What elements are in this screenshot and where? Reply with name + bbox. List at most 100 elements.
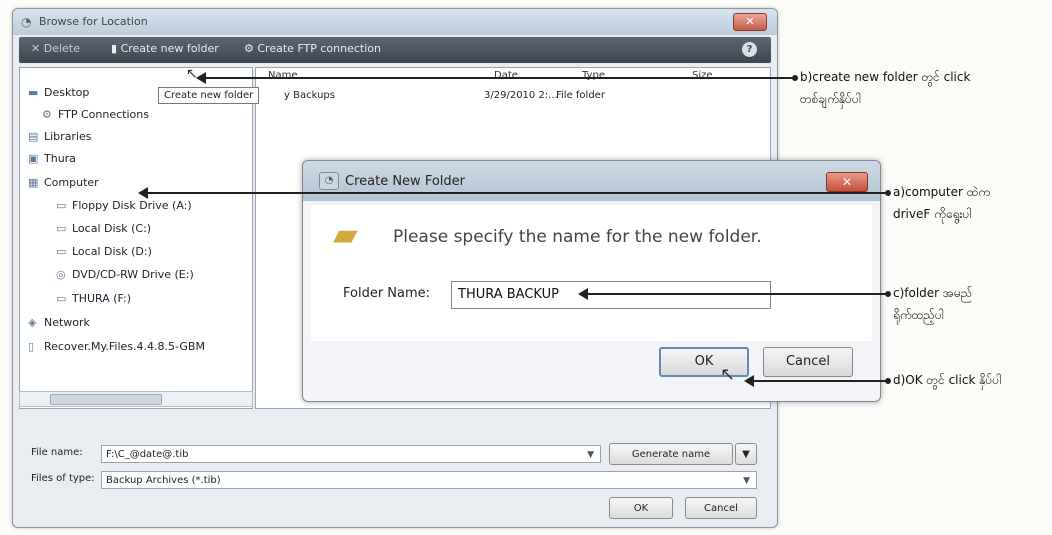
tree-item-thura[interactable]: ▣ Thura [28, 152, 76, 165]
generate-name-button[interactable]: Generate name [609, 443, 733, 465]
folder-icon: ▯ [28, 340, 35, 353]
ftp-icon: ⚙ [42, 108, 52, 121]
tree-item-computer[interactable]: ▦ Computer [28, 176, 99, 189]
cancel-button[interactable]: Cancel [685, 497, 757, 519]
disk-icon: ▭ [56, 245, 67, 258]
generate-name-dropdown[interactable]: ▼ [735, 443, 757, 465]
window-close-button[interactable]: ✕ [733, 13, 767, 31]
create-new-folder-dialog: ◔ Create New Folder ✕ ▰ Please specify t… [302, 160, 881, 402]
arrow-head [138, 187, 148, 199]
list-item-type: File folder [556, 90, 605, 101]
arrow-line [206, 77, 796, 79]
window-titlebar: ◔ Browse for Location ✕ [13, 9, 777, 35]
tree-item-label: THURA (F:) [72, 292, 132, 305]
desktop-icon: ▬ [28, 86, 39, 99]
window-title: Browse for Location [39, 15, 148, 28]
chevron-down-icon[interactable]: ▼ [587, 446, 594, 464]
folder-name-value: THURA BACKUP [458, 287, 559, 302]
tree-item-network[interactable]: ◈ Network [28, 316, 90, 329]
tree-item-floppy[interactable]: ▭ Floppy Disk Drive (A:) [56, 199, 192, 212]
tree-item-label: Desktop [44, 86, 90, 99]
arrow-dot [792, 75, 798, 81]
chevron-down-icon[interactable]: ▼ [743, 472, 750, 490]
tree-item-label: Recover.My.Files.4.4.8.5-GBM [44, 340, 205, 353]
generate-name-label: Generate name [631, 449, 711, 460]
annotation-a-line1: a)computer ထဲက [893, 185, 991, 199]
file-name-value: F:\C_@date@.tib [106, 449, 189, 460]
tree-item-label: FTP Connections [58, 108, 149, 121]
annotation-a-line2: driveF ကိုရွေးပါ [893, 207, 972, 221]
create-ftp-connection-button[interactable]: ⚙ Create FTP connection [244, 42, 381, 55]
disk-icon: ▭ [56, 222, 67, 235]
chevron-down-icon: ▼ [742, 449, 750, 460]
tree-item-label: Network [44, 316, 90, 329]
ftp-label: Create FTP connection [257, 42, 381, 55]
floppy-icon: ▭ [56, 199, 67, 212]
dialog-message: Please specify the name for the new fold… [393, 227, 762, 247]
file-name-input[interactable]: F:\C_@date@.tib ▼ [101, 445, 601, 463]
annotation-b-line1: b)create new folder တွင် click [800, 70, 971, 84]
dialog-body: ▰ Please specify the name for the new fo… [311, 205, 872, 341]
column-header-date[interactable]: Date [494, 70, 518, 81]
dialog-titlebar: ◔ Create New Folder ✕ [303, 161, 880, 201]
libraries-icon: ▤ [28, 130, 39, 143]
tree-item-desktop[interactable]: ▬ Desktop [28, 86, 89, 99]
dialog-ok-button[interactable]: OK [659, 347, 749, 377]
list-item-name[interactable]: y Backups [284, 90, 335, 101]
folder-tree[interactable]: ▬ Desktop ⚙ FTP Connections ▤ Libraries ▣ Th… [19, 67, 253, 409]
toolbar: ✕ Delete ▮ Create new folder ⚙ Create FT… [19, 37, 771, 63]
files-of-type-label: Files of type: [31, 473, 95, 484]
annotation-b-line2: တစ်ချက်နှိပ်ပါ [800, 92, 861, 106]
arrow-line [754, 380, 888, 382]
create-folder-tooltip: Create new folder [158, 87, 260, 104]
dialog-title: Create New Folder [345, 174, 465, 189]
dvd-icon: ◎ [56, 268, 66, 281]
files-of-type-select[interactable]: Backup Archives (*.tib) ▼ [101, 471, 757, 489]
tree-item-ftp-connections[interactable]: ⚙ FTP Connections [42, 108, 149, 121]
create-new-folder-button[interactable]: ▮ Create new folder [107, 42, 223, 55]
delete-label: Delete [43, 42, 80, 55]
file-name-label: File name: [31, 447, 83, 458]
annotation-d-line1: d)OK တွင် click နှိပ်ပါ [893, 373, 1002, 387]
dialog-cancel-button[interactable]: Cancel [763, 347, 853, 377]
arrow-dot [885, 190, 891, 196]
arrow-dot [885, 378, 891, 384]
tree-item-label: Libraries [44, 130, 92, 143]
annotation-c: c)folder အမည် ရိုက်ထည့်ပါ [893, 282, 972, 326]
column-header-type[interactable]: Type [582, 70, 605, 81]
arrow-head [196, 72, 206, 84]
tree-item-thura-f[interactable]: ▭ THURA (F:) [56, 292, 131, 305]
help-icon[interactable]: ? [742, 42, 757, 57]
arrow-dot [885, 291, 891, 297]
dialog-app-icon: ◔ [319, 172, 339, 190]
mouse-cursor-icon: ↖ [720, 364, 736, 385]
computer-icon: ▦ [28, 176, 39, 189]
tree-item-recover[interactable]: ▯ Recover.My.Files.4.4.8.5-GBM [28, 340, 205, 353]
tree-item-libraries[interactable]: ▤ Libraries [28, 130, 92, 143]
tree-item-label: DVD/CD-RW Drive (E:) [72, 268, 194, 281]
list-item-date: 3/29/2010 2:... [484, 90, 558, 101]
drive-icon: ▭ [56, 292, 67, 305]
tree-horizontal-scrollbar[interactable] [19, 391, 253, 407]
user-folder-icon: ▣ [28, 152, 39, 165]
delete-button[interactable]: ✕ Delete [31, 42, 80, 55]
arrow-line [588, 293, 888, 295]
column-header-name[interactable]: Name [268, 70, 298, 81]
arrow-head [744, 375, 754, 387]
app-icon: ◔ [21, 15, 32, 29]
tree-item-label: Floppy Disk Drive (A:) [72, 199, 192, 212]
ok-button[interactable]: OK [609, 497, 673, 519]
dialog-close-button[interactable]: ✕ [826, 172, 868, 192]
arrow-line [148, 192, 888, 194]
annotation-d: d)OK တွင် click နှိပ်ပါ [893, 369, 1001, 391]
folder-name-input[interactable]: THURA BACKUP [451, 281, 771, 309]
scrollbar-thumb[interactable] [50, 394, 162, 405]
tree-item-local-disk-c[interactable]: ▭ Local Disk (C:) [56, 222, 151, 235]
column-header-size[interactable]: Size [692, 70, 713, 81]
tree-item-dvd[interactable]: ◎ DVD/CD-RW Drive (E:) [56, 268, 194, 281]
annotation-a: a)computer ထဲက driveF ကိုရွေးပါ [893, 181, 990, 225]
annotation-c-line1: c)folder အမည် [893, 286, 973, 300]
tree-item-local-disk-d[interactable]: ▭ Local Disk (D:) [56, 245, 152, 258]
tree-item-label: Local Disk (C:) [72, 222, 152, 235]
annotation-c-line2: ရိုက်ထည့်ပါ [893, 308, 944, 322]
